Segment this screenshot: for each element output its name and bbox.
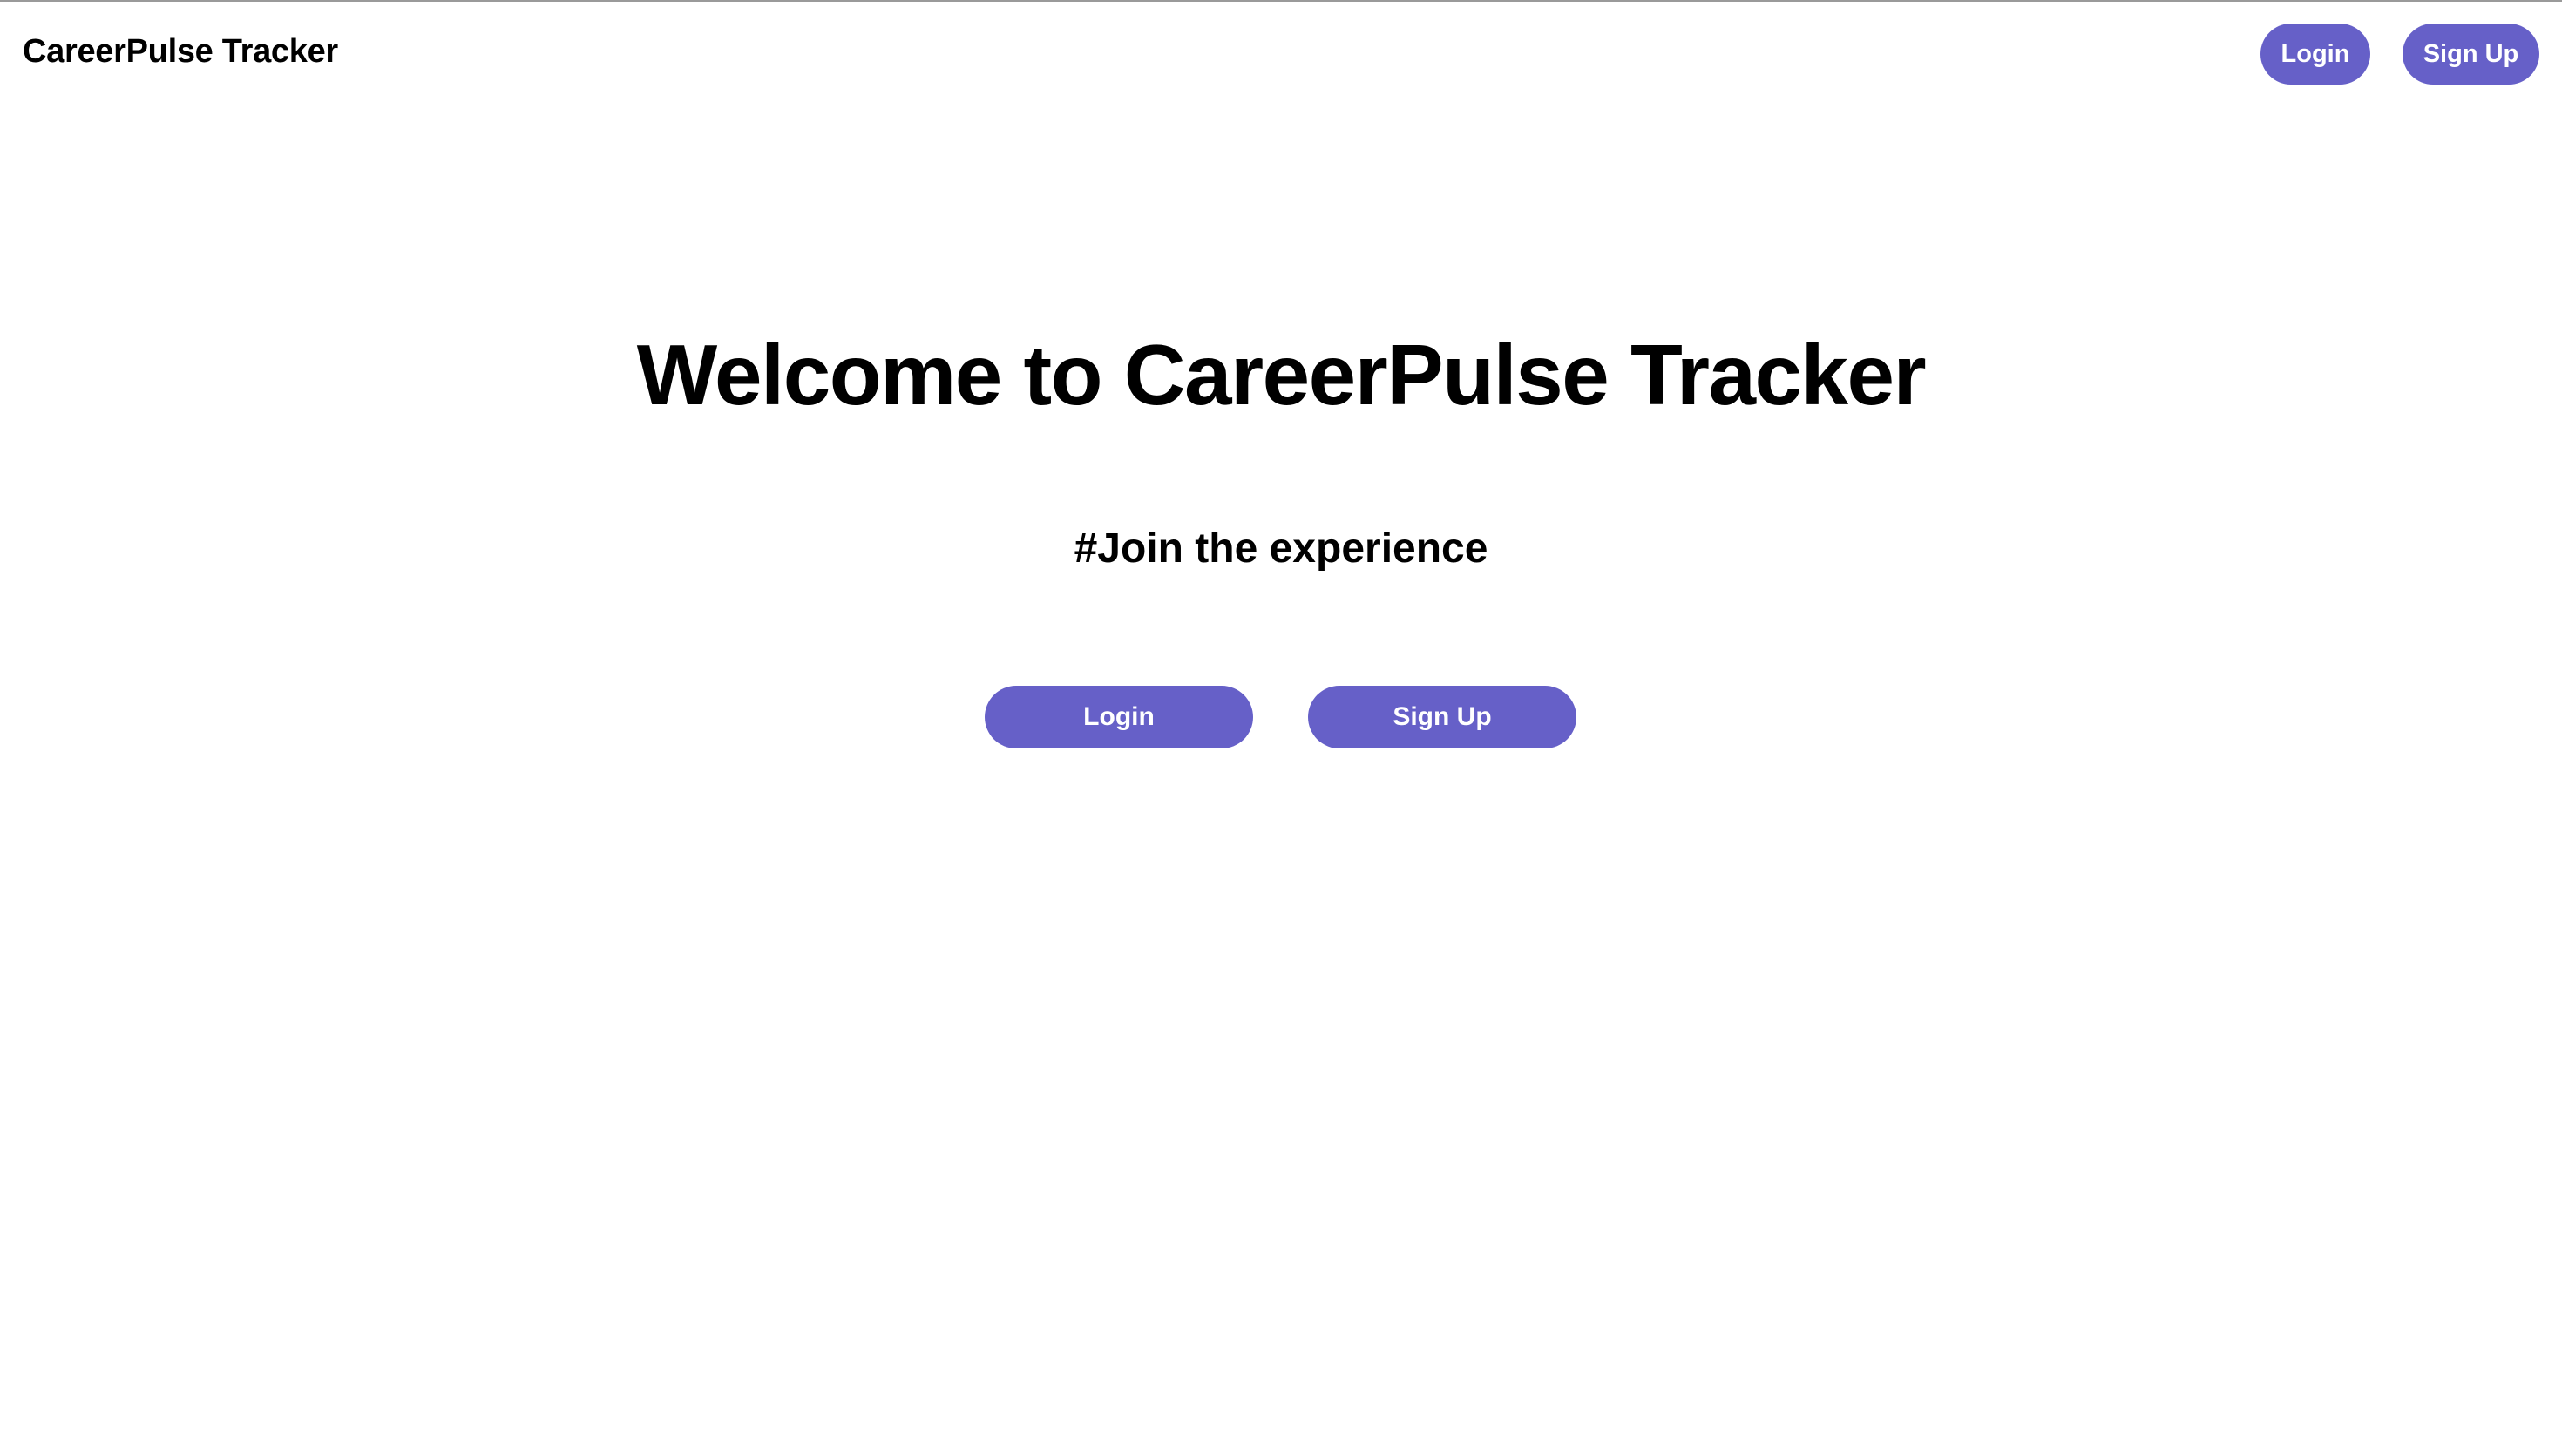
hero-tagline: #Join the experience	[1074, 525, 1488, 572]
hero-signup-button[interactable]: Sign Up	[1308, 686, 1576, 748]
navbar: CareerPulse Tracker Login Sign Up	[0, 2, 2562, 106]
brand-title[interactable]: CareerPulse Tracker	[23, 33, 338, 71]
hero-title: Welcome to CareerPulse Tracker	[636, 327, 1927, 423]
nav-login-button[interactable]: Login	[2260, 24, 2370, 85]
nav-signup-button[interactable]: Sign Up	[2403, 24, 2539, 85]
hero-login-button[interactable]: Login	[985, 686, 1253, 748]
